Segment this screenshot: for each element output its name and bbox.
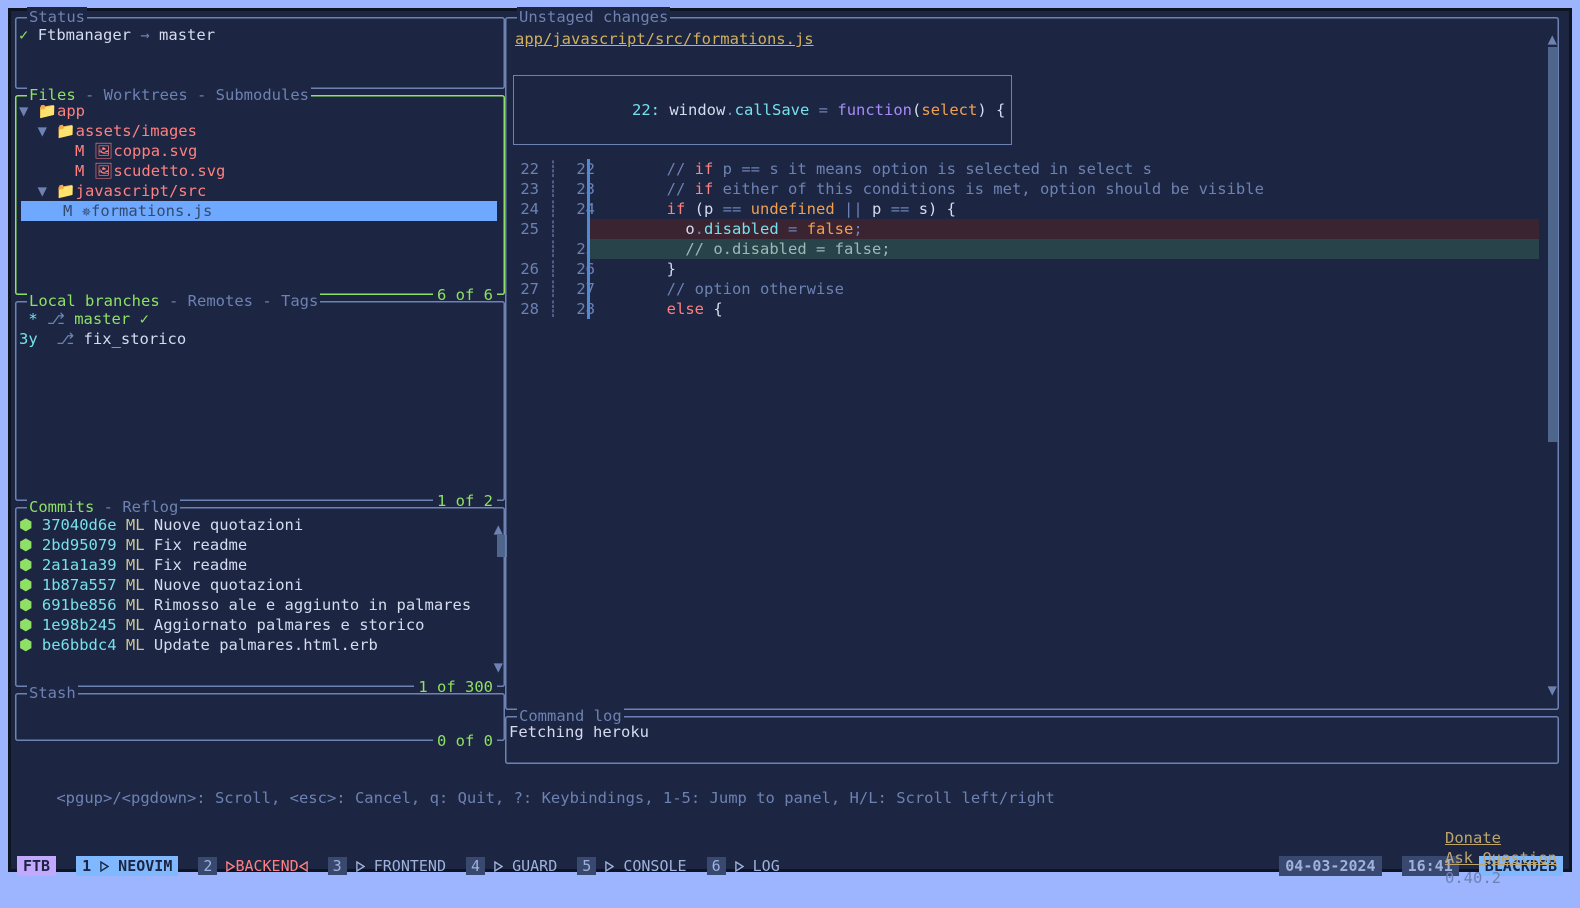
help-line: <pgup>/<pgdown>: Scroll, <esc>: Cancel, … (11, 764, 1569, 854)
cmdlog-title: Command log (517, 706, 624, 726)
tab-reflog[interactable]: Reflog (122, 498, 178, 516)
window-neovim[interactable]: 1 NEOVIM (76, 856, 178, 876)
status-date: 04-03-2024 (1279, 856, 1381, 876)
files-panel[interactable]: Files - Worktrees - Submodules ▼ 📁app ▼ … (15, 95, 505, 295)
diff-panel[interactable]: Unstaged changes app/javascript/src/form… (505, 17, 1559, 710)
stash-counter: 0 of 0 (433, 731, 497, 751)
window-guard[interactable]: 4 GUARD (466, 856, 557, 876)
ask-question-link[interactable]: Ask Question (1445, 849, 1557, 867)
window-frontend[interactable]: 3 FRONTEND (328, 856, 446, 876)
status-title: Status (27, 7, 87, 27)
window-console[interactable]: 5 CONSOLE (577, 856, 686, 876)
command-log-panel[interactable]: Command log Fetching heroku (505, 716, 1559, 764)
scroll-up-icon[interactable]: ▲ (1548, 29, 1557, 49)
tmux-statusbar: FTB 1 NEOVIM 2 BACKEND 3 FRONTEND 4 GUARD 5 … (11, 854, 1569, 880)
tab-tags[interactable]: Tags (281, 292, 318, 310)
tab-worktrees[interactable]: Worktrees (104, 86, 188, 104)
donate-link[interactable]: Donate (1445, 829, 1501, 847)
status-panel[interactable]: Status ✓ Ftbmanager → master (15, 17, 505, 89)
branches-panel[interactable]: Local branches - Remotes - Tags * ⎇ mast… (15, 301, 505, 501)
tab-submodules[interactable]: Submodules (216, 86, 309, 104)
tab-files[interactable]: Files (29, 86, 76, 104)
commits-panel[interactable]: Commits - Reflog ⬢ 37040d6e ML Nuove quo… (15, 507, 505, 687)
diff-title: Unstaged changes (517, 7, 670, 27)
tab-commits[interactable]: Commits (29, 498, 94, 516)
window-backend[interactable]: 2 BACKEND (198, 856, 307, 876)
stash-title: Stash (27, 683, 78, 703)
stash-panel[interactable]: Stash 0 of 0 (15, 693, 505, 741)
scroll-down-icon[interactable]: ▼ (494, 657, 503, 677)
window-log[interactable]: 6 LOG (707, 856, 780, 876)
version-label: 0.40.2 (1445, 869, 1501, 887)
scroll-down-icon[interactable]: ▼ (1548, 680, 1557, 700)
session-name[interactable]: FTB (17, 856, 56, 876)
tab-local-branches[interactable]: Local branches (29, 292, 160, 310)
tab-remotes[interactable]: Remotes (188, 292, 253, 310)
scrollbar-thumb[interactable] (1548, 47, 1558, 442)
